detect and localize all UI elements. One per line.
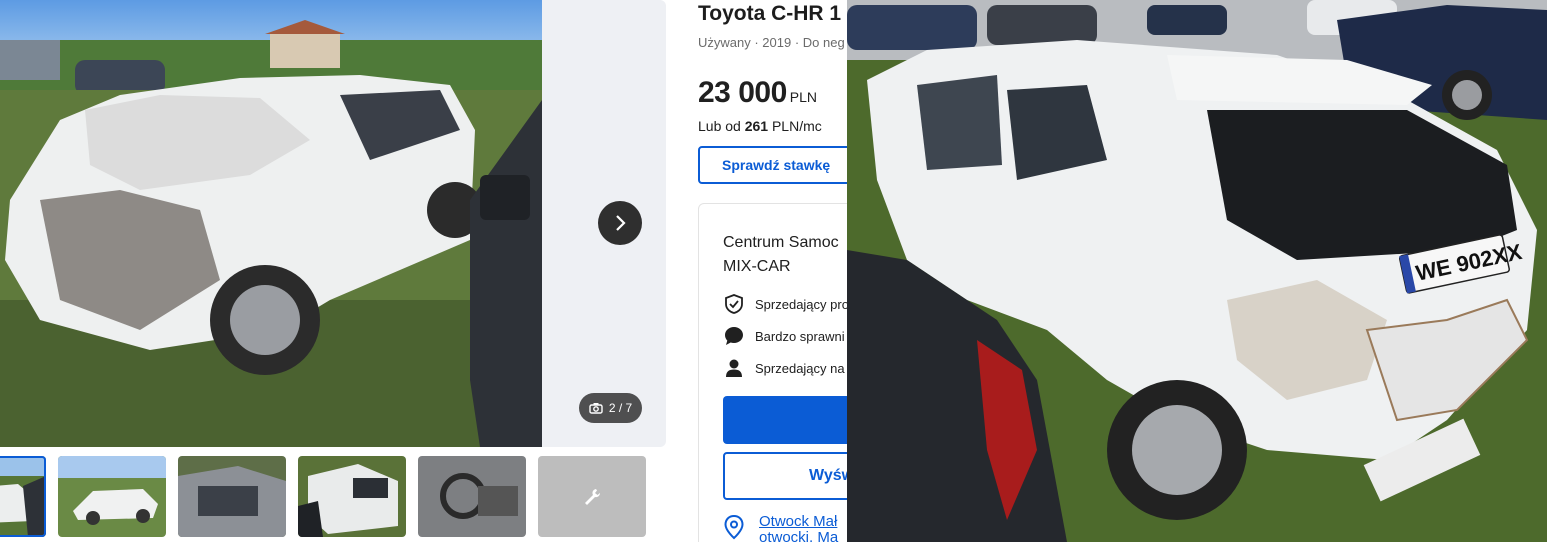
- thumbnail-image: [418, 456, 526, 537]
- show-more-button[interactable]: Wyśw: [723, 452, 848, 500]
- installment-amount: 261: [744, 118, 769, 134]
- seller-feature-text: Bardzo sprawni: [755, 328, 845, 344]
- thumbnail-2[interactable]: [58, 456, 166, 537]
- camera-icon: [589, 403, 603, 414]
- seller-feature-responsive: Bardzo sprawni: [723, 325, 845, 347]
- wrench-icon: [585, 488, 601, 505]
- location-line2: otwocki, Ma: [759, 529, 839, 542]
- car-front-damage-image: [0, 0, 542, 447]
- location-line1: Otwock Mał: [759, 513, 838, 530]
- thumbnail-3[interactable]: [178, 456, 286, 537]
- location-address[interactable]: Otwock Mał otwocki, Ma: [759, 514, 838, 542]
- photo-counter: 2 / 7: [579, 393, 642, 423]
- main-photo[interactable]: [0, 0, 542, 447]
- photo-counter-text: 2 / 7: [608, 401, 633, 415]
- thumbnail-5[interactable]: [418, 456, 526, 537]
- seller-feature-member: Sprzedający na: [723, 357, 845, 379]
- thumbnail-1[interactable]: [0, 456, 46, 537]
- listing-subtitle: Używany · 2019 · Do neg: [698, 35, 845, 50]
- listing-title: Toyota C-HR 1: [698, 2, 842, 25]
- thumbnail-image: [178, 456, 286, 537]
- car-rear-damage-photo: WE 902XX: [847, 0, 1547, 542]
- thumbnail-image: [0, 456, 46, 537]
- seller-name-line2: MIX-CAR: [723, 258, 791, 275]
- seller-card: Centrum Samoc MIX-CAR Sprzedający pro Ba…: [698, 203, 848, 542]
- price-amount: 23 000: [698, 76, 787, 109]
- seller-name: Centrum Samoc MIX-CAR: [723, 231, 839, 279]
- show-phone-button[interactable]: [723, 396, 848, 444]
- check-rate-button[interactable]: Sprawdź stawkę: [698, 146, 848, 184]
- thumbnail-image: [298, 456, 406, 537]
- seller-name-line1: Centrum Samoc: [723, 234, 839, 251]
- chevron-right-icon: [616, 215, 626, 231]
- shield-check-icon: [725, 294, 743, 314]
- seller-location[interactable]: Otwock Mał otwocki, Ma: [723, 514, 838, 542]
- car-rear-damage-image: WE 902XX: [847, 0, 1547, 542]
- price: 23 000 PLN: [698, 76, 817, 110]
- installment-info: Lub od 261 PLN/mc: [698, 118, 822, 134]
- price-currency: PLN: [789, 89, 817, 105]
- installment-suffix: PLN/mc: [771, 118, 822, 134]
- seller-feature-text: Sprzedający pro: [755, 296, 848, 312]
- thumbnail-6[interactable]: [538, 456, 646, 537]
- chat-bubble-icon: [725, 327, 743, 345]
- next-photo-button[interactable]: [598, 201, 642, 245]
- seller-feature-pro: Sprzedający pro: [723, 293, 848, 315]
- thumbnail-image: [58, 456, 166, 537]
- map-pin-icon: [724, 514, 744, 540]
- installment-prefix: Lub od: [698, 118, 741, 134]
- photo-gallery: 2 / 7: [0, 0, 666, 542]
- listing-details: Toyota C-HR 1 Używany · 2019 · Do neg 23…: [698, 0, 848, 542]
- person-icon: [726, 359, 742, 377]
- thumbnail-4[interactable]: [298, 456, 406, 537]
- seller-feature-text: Sprzedający na: [755, 360, 845, 376]
